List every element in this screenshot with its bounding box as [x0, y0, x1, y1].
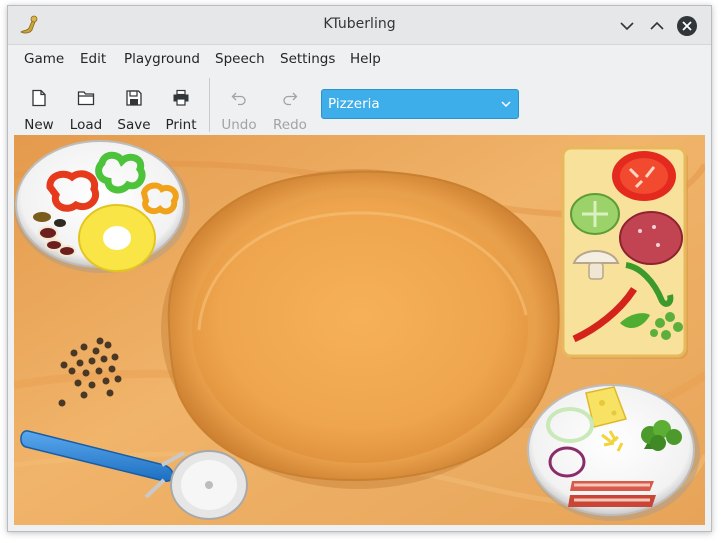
printer-icon [173, 89, 189, 106]
print-button[interactable]: Print [159, 83, 203, 133]
undo-button[interactable]: Undo [217, 83, 261, 133]
save-button[interactable]: Save [112, 83, 156, 133]
plate-peppers-pineapple[interactable] [14, 140, 190, 273]
print-label: Print [165, 117, 197, 133]
redo-label: Redo [273, 117, 307, 133]
save-icon [126, 90, 142, 106]
plate-cheese-broccoli-bacon[interactable] [527, 384, 700, 521]
playground-select[interactable]: Pizzeria [321, 89, 519, 119]
ingredient-tray[interactable] [561, 146, 688, 359]
title-bar: KTuberling [8, 6, 711, 45]
menu-edit[interactable]: Edit [80, 51, 106, 67]
new-button[interactable]: New [17, 83, 61, 133]
playground-scene[interactable] [14, 135, 705, 525]
undo-label: Undo [221, 117, 257, 133]
save-label: Save [117, 117, 151, 133]
load-button[interactable]: Load [64, 83, 108, 133]
playground-select-value: Pizzeria [328, 96, 380, 112]
menu-settings[interactable]: Settings [280, 51, 335, 67]
chevron-down-icon[interactable] [615, 14, 639, 38]
toolbar-separator [209, 78, 210, 132]
close-icon[interactable] [675, 14, 699, 38]
chevron-up-icon[interactable] [645, 14, 669, 38]
window-title: KTuberling [323, 16, 396, 32]
new-label: New [24, 117, 54, 133]
undo-icon [231, 92, 246, 106]
app-window: KTuberling Game Edit Playground Speech S… [7, 5, 712, 532]
menu-help[interactable]: Help [350, 51, 381, 67]
menu-playground[interactable]: Playground [124, 51, 200, 67]
pizzeria-playground[interactable] [14, 135, 705, 525]
chevron-down-icon [501, 101, 511, 108]
new-document-icon [32, 89, 46, 107]
pizza-base[interactable] [161, 169, 560, 489]
redo-button[interactable]: Redo [268, 83, 312, 133]
menu-speech[interactable]: Speech [215, 51, 265, 67]
folder-open-icon [77, 91, 95, 106]
menu-game[interactable]: Game [24, 51, 64, 67]
menu-bar: Game Edit Playground Speech Settings Hel… [8, 45, 711, 73]
redo-icon [283, 92, 298, 106]
load-label: Load [69, 117, 103, 133]
